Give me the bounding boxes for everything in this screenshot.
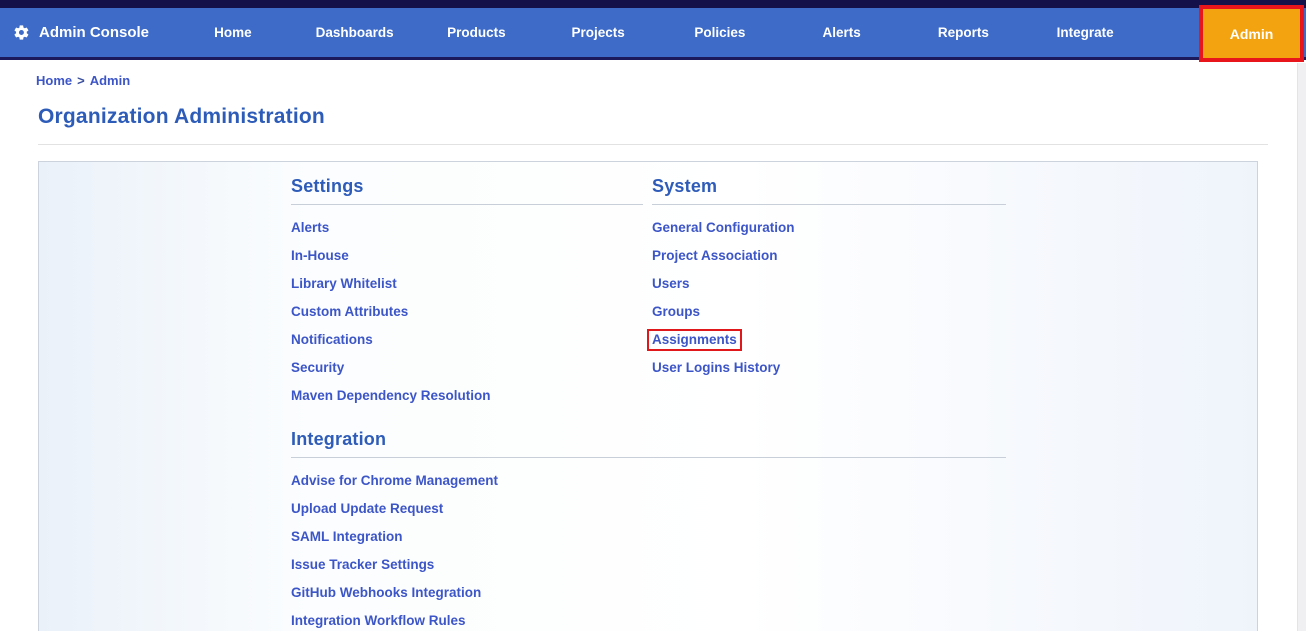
nav-item-row: Dashboards <box>294 24 416 42</box>
breadcrumb-home[interactable]: Home <box>36 73 72 88</box>
nav-item-integrate[interactable]: Integrate <box>1057 25 1114 40</box>
system-link-row: Groups <box>652 300 1006 328</box>
nav-item-home[interactable]: Home <box>214 25 252 40</box>
integration-link-row: GitHub Webhooks Integration <box>291 581 643 609</box>
settings-link-alerts[interactable]: Alerts <box>291 220 329 235</box>
breadcrumb-admin[interactable]: Admin <box>90 73 130 88</box>
system-link-row: User Logins History <box>652 356 1006 384</box>
integration-link-list: Advise for Chrome Management Upload Updat… <box>291 469 643 631</box>
settings-link-row: Library Whitelist <box>291 272 643 300</box>
nav-item-row: Home <box>172 24 294 42</box>
nav-item-row: Products <box>416 24 538 42</box>
settings-link-row: In-House <box>291 244 643 272</box>
admin-panel: Settings Alerts In-House Library Whitelist… <box>38 161 1258 631</box>
integration-link-row: Advise for Chrome Management <box>291 469 643 497</box>
system-link-project-association[interactable]: Project Association <box>652 248 778 263</box>
breadcrumb-separator: > <box>77 73 85 88</box>
settings-link-security[interactable]: Security <box>291 360 344 375</box>
title-divider <box>38 144 1268 145</box>
integration-link-saml-integration[interactable]: SAML Integration <box>291 529 403 544</box>
settings-link-row: Maven Dependency Resolution <box>291 384 643 412</box>
integration-link-advise-for-chrome-management[interactable]: Advise for Chrome Management <box>291 473 498 488</box>
admin-annotation-box: Admin <box>1199 5 1304 62</box>
nav-item-reports[interactable]: Reports <box>938 25 989 40</box>
nav-item-policies[interactable]: Policies <box>694 25 745 40</box>
section-system: System General Configuration Project Asso… <box>647 176 1006 412</box>
nav-item-row: Integrate <box>1024 24 1146 42</box>
breadcrumb: Home > Admin <box>36 73 1306 88</box>
window-top-strip <box>0 0 1306 8</box>
section-system-title: System <box>652 176 1006 205</box>
integration-link-row: Integration Workflow Rules <box>291 609 643 631</box>
settings-link-in-house[interactable]: In-House <box>291 248 349 263</box>
nav-item-alerts[interactable]: Alerts <box>822 25 860 40</box>
settings-link-custom-attributes[interactable]: Custom Attributes <box>291 304 408 319</box>
section-integration-title: Integration <box>291 429 1006 458</box>
section-integration: Integration Advise for Chrome Management… <box>291 429 1006 631</box>
integration-link-row: SAML Integration <box>291 525 643 553</box>
system-link-list: General Configuration Project Association… <box>647 216 1006 384</box>
section-columns: Settings Alerts In-House Library Whitelist… <box>291 176 1006 412</box>
settings-link-library-whitelist[interactable]: Library Whitelist <box>291 276 397 291</box>
section-settings: Settings Alerts In-House Library Whitelist… <box>291 176 643 412</box>
nav-item-row: Policies <box>659 24 781 42</box>
top-navbar: Admin Console Home Dashboards Products Proj… <box>0 8 1306 60</box>
integration-link-issue-tracker-settings[interactable]: Issue Tracker Settings <box>291 557 434 572</box>
integration-link-github-webhooks-integration[interactable]: GitHub Webhooks Integration <box>291 585 481 600</box>
settings-link-notifications[interactable]: Notifications <box>291 332 373 347</box>
integration-link-row: Issue Tracker Settings <box>291 553 643 581</box>
settings-link-list: Alerts In-House Library Whitelist Custom At… <box>291 216 643 412</box>
page-title: Organization Administration <box>38 105 325 128</box>
nav-menu: Home Dashboards Products Projects Policies Al… <box>172 24 1146 42</box>
panel-content: Settings Alerts In-House Library Whitelist… <box>39 162 1006 631</box>
section-settings-title: Settings <box>291 176 643 205</box>
nav-item-row: Alerts <box>781 24 903 42</box>
settings-link-row: Custom Attributes <box>291 300 643 328</box>
integration-link-upload-update-request[interactable]: Upload Update Request <box>291 501 443 516</box>
nav-item-dashboards[interactable]: Dashboards <box>316 25 394 40</box>
vertical-scrollbar[interactable] <box>1297 63 1306 631</box>
system-link-row: Project Association <box>652 244 1006 272</box>
system-link-row: Assignments <box>647 328 1006 356</box>
system-link-groups[interactable]: Groups <box>652 304 700 319</box>
integration-link-integration-workflow-rules[interactable]: Integration Workflow Rules <box>291 613 466 628</box>
system-link-row: General Configuration <box>652 216 1006 244</box>
gear-icon <box>14 25 29 40</box>
settings-link-maven-dependency-resolution[interactable]: Maven Dependency Resolution <box>291 388 491 403</box>
brand-label: Admin Console <box>39 24 150 41</box>
system-link-general-configuration[interactable]: General Configuration <box>652 220 795 235</box>
settings-link-row: Alerts <box>291 216 643 244</box>
nav-item-admin[interactable]: Admin <box>1230 26 1274 42</box>
nav-item-row: Projects <box>537 24 659 42</box>
app-brand[interactable]: Admin Console <box>0 24 172 41</box>
nav-item-products[interactable]: Products <box>447 25 506 40</box>
system-link-row: Users <box>652 272 1006 300</box>
integration-link-row: Upload Update Request <box>291 497 643 525</box>
system-link-user-logins-history[interactable]: User Logins History <box>652 360 780 375</box>
nav-item-row: Reports <box>903 24 1025 42</box>
settings-link-row: Notifications <box>291 328 643 356</box>
system-link-assignments[interactable]: Assignments <box>647 329 742 351</box>
system-link-users[interactable]: Users <box>652 276 690 291</box>
nav-item-projects[interactable]: Projects <box>571 25 624 40</box>
settings-link-row: Security <box>291 356 643 384</box>
